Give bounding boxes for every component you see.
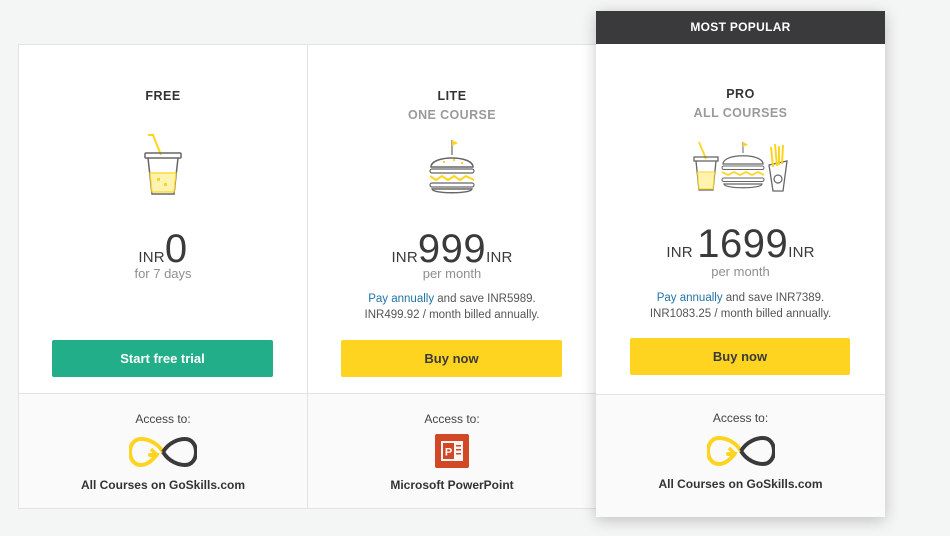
pay-annually-link[interactable]: Pay annually	[657, 292, 723, 304]
monthly-billed-text: INR1083.25 / month billed annually.	[649, 308, 832, 320]
price-amount: 1699	[697, 222, 789, 266]
svg-text:P: P	[445, 447, 452, 459]
start-free-trial-button[interactable]: Start free trial	[52, 340, 273, 377]
access-label: Access to:	[712, 411, 769, 425]
plan-name: FREE	[145, 89, 181, 103]
product-name: All Courses on GoSkills.com	[658, 477, 823, 491]
plan-subtitle: ONE COURSE	[407, 108, 497, 122]
plan-name: LITE	[437, 89, 467, 103]
billing-period: per month	[422, 266, 482, 281]
billing-period: per month	[711, 264, 770, 279]
buy-now-button[interactable]: Buy now	[341, 340, 562, 377]
currency-prefix: INR	[138, 249, 165, 266]
plan-subtitle: ALL COURSES	[693, 106, 788, 120]
goskills-infinity-logo	[129, 436, 197, 468]
currency-suffix: INR	[486, 249, 513, 266]
price-display: INR0	[19, 229, 307, 269]
annual-savings-text: and save INR7389.	[722, 292, 825, 304]
drink-cup-icon	[144, 134, 182, 195]
plan-lite-access: Access to: P Microsoft PowerPoint	[307, 394, 597, 509]
annual-savings-text: and save INR5989.	[434, 293, 536, 305]
plan-name: PRO	[726, 87, 755, 101]
price-amount: 0	[164, 227, 188, 271]
product-name: Microsoft PowerPoint	[390, 478, 514, 492]
currency-suffix: INR	[788, 244, 815, 261]
price-amount: 999	[417, 227, 487, 271]
annual-billing-info: Pay annually and save INR7389. INR1083.2…	[596, 290, 885, 322]
pay-annually-link[interactable]: Pay annually	[368, 293, 434, 305]
access-label: Access to:	[424, 412, 480, 426]
price-display: INR 1699INR	[596, 224, 885, 264]
plan-free-access: Access to: All Courses on GoSkills.com	[18, 394, 308, 509]
buy-now-button[interactable]: Buy now	[630, 338, 850, 375]
product-name: All Courses on GoSkills.com	[80, 478, 246, 492]
goskills-infinity-logo	[706, 435, 775, 467]
billing-period: for 7 days	[134, 266, 192, 281]
most-popular-ribbon: MOST POPULAR	[596, 11, 885, 44]
plan-free-card: FREE INR0 for 7 days Start free trial	[18, 44, 308, 394]
access-label: Access to:	[135, 412, 191, 426]
powerpoint-logo: P	[435, 434, 469, 468]
plan-pro-access: Access to: All Courses on GoSkills.com	[596, 394, 885, 517]
meal-combo-icon	[692, 141, 788, 192]
currency-prefix: INR	[666, 244, 693, 261]
plan-pro-card: MOST POPULAR PRO ALL COURSES INR 1699INR…	[596, 11, 885, 517]
price-display: INR999INR	[308, 229, 596, 269]
annual-billing-info: Pay annually and save INR5989. INR499.92…	[308, 291, 596, 323]
monthly-billed-text: INR499.92 / month billed annually.	[364, 309, 540, 321]
plan-lite-card: LITE ONE COURSE INR999INR per month Pay …	[307, 44, 597, 394]
burger-icon	[429, 140, 475, 194]
currency-prefix: INR	[391, 249, 418, 266]
